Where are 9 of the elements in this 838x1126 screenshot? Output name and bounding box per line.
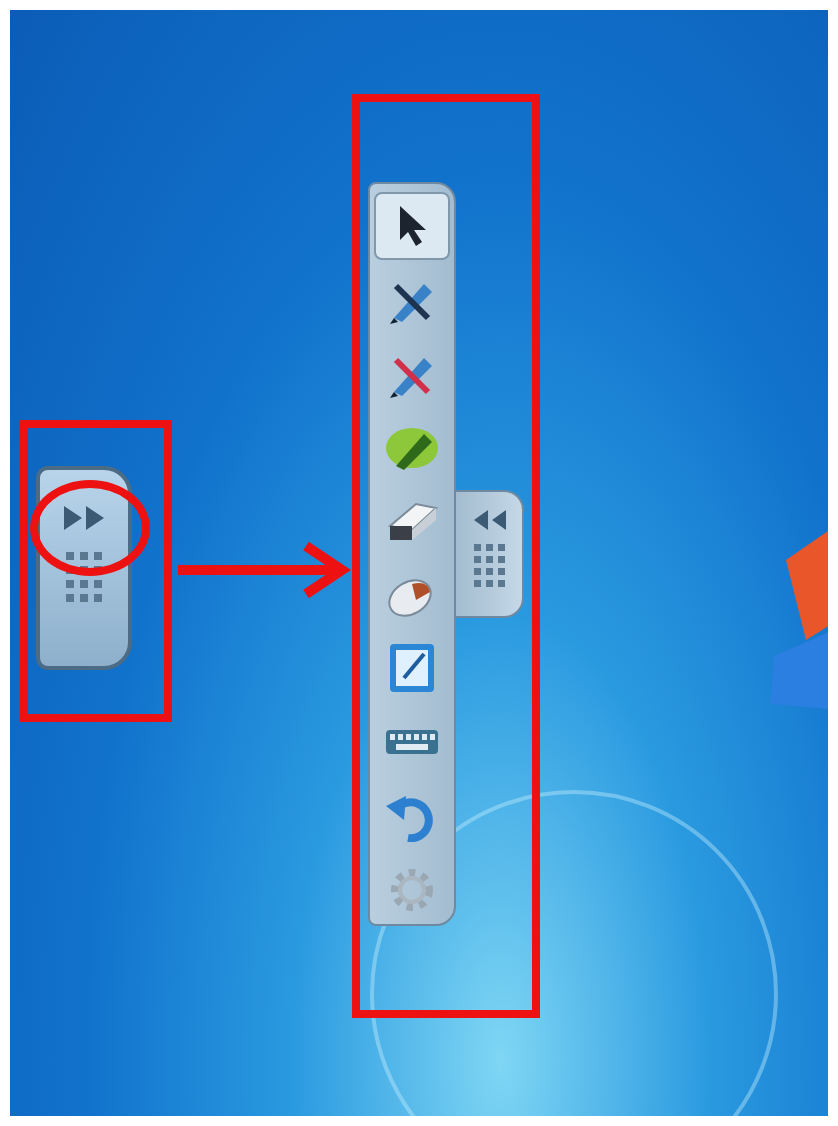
pointer-button[interactable]: [374, 192, 450, 260]
fast-forward-icon: [60, 502, 108, 534]
rewind-icon: [469, 508, 509, 532]
grip-icon: [64, 550, 104, 606]
collapse-tab-button[interactable]: [456, 490, 524, 618]
notepad-icon: [384, 642, 440, 695]
grip-icon: [473, 544, 505, 592]
expand-tab-button[interactable]: [36, 466, 132, 670]
highlight-circle: [30, 480, 150, 576]
